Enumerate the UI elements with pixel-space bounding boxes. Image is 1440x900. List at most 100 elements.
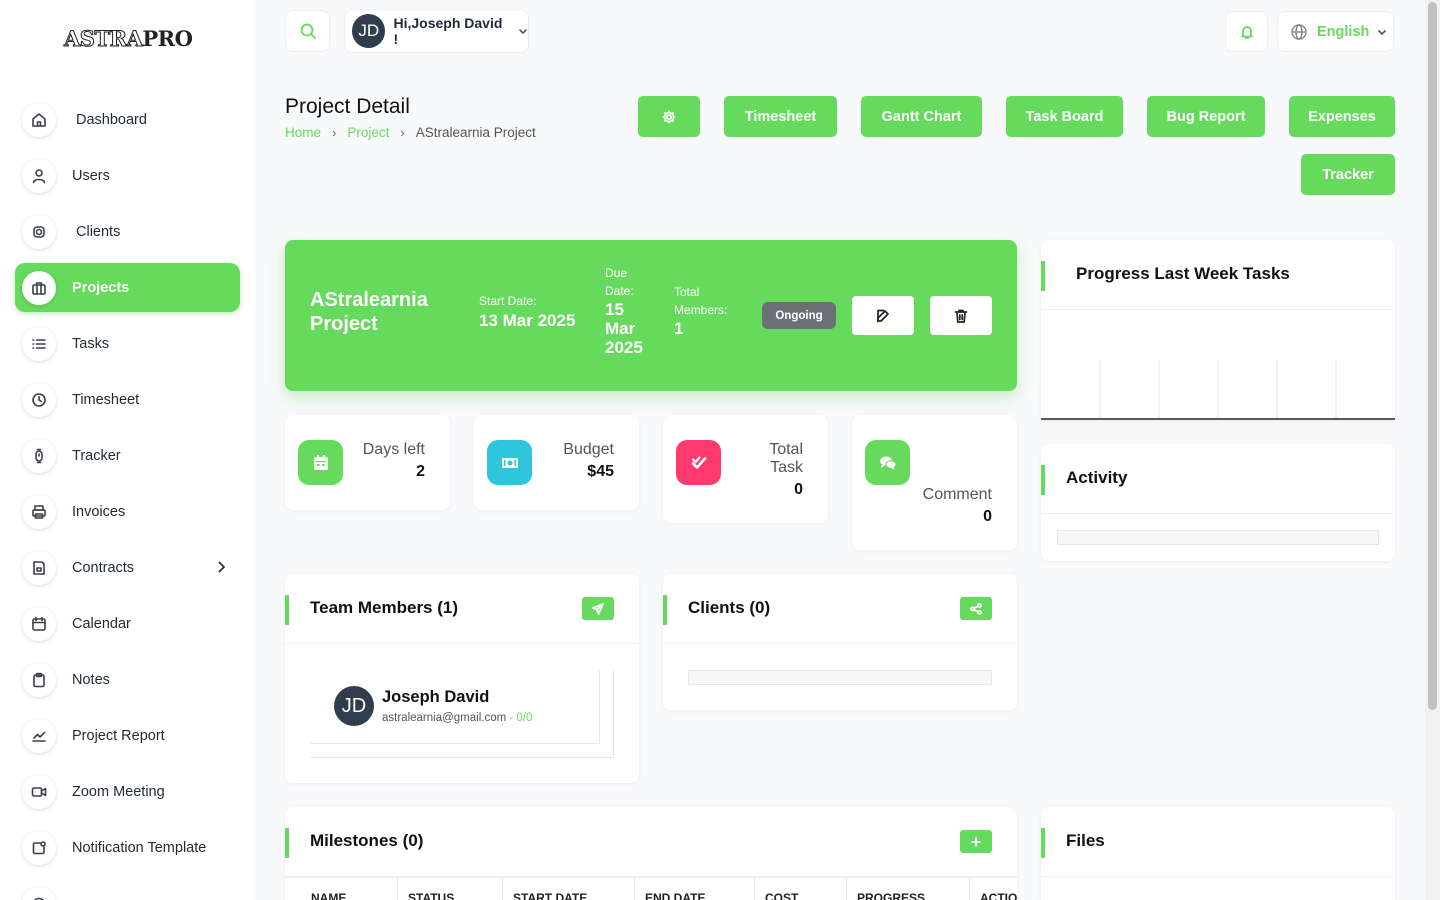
start-date-label: Start Date:: [479, 294, 537, 308]
printer-icon: [22, 494, 56, 529]
total-members-label: Total: [674, 285, 700, 299]
settings-button[interactable]: [638, 96, 700, 137]
breadcrumb-project[interactable]: Project: [347, 125, 389, 140]
column-header-action[interactable]: ACTIO: [970, 878, 1017, 900]
breadcrumb-current: AStralearnia Project: [415, 125, 536, 140]
column-header-progress[interactable]: PROGRESS: [847, 878, 970, 900]
expenses-button[interactable]: Expenses: [1289, 96, 1395, 137]
tracker-button[interactable]: Tracker: [1301, 154, 1395, 195]
user-icon: [22, 158, 56, 193]
notification-icon: [22, 830, 56, 865]
avatar: JD: [352, 14, 386, 48]
search-button[interactable]: [285, 10, 330, 52]
sidebar-item-label: Clients: [76, 223, 121, 240]
bell-icon: [1240, 25, 1253, 39]
column-header-status[interactable]: STATUS: [398, 878, 503, 900]
delete-project-button[interactable]: [930, 296, 992, 335]
comment-label: Comment: [922, 486, 992, 503]
money-icon: [487, 440, 532, 485]
notifications-button[interactable]: [1225, 11, 1268, 52]
column-header-end-date[interactable]: END DATE: [635, 878, 755, 900]
due-date-year: 2025: [605, 338, 643, 357]
sidebar-item-clients[interactable]: Clients: [15, 207, 240, 256]
comment-value: 0: [983, 508, 992, 525]
sidebar-item-users[interactable]: Users: [15, 151, 240, 200]
files-title: Files: [1066, 831, 1105, 850]
video-icon: [22, 774, 56, 809]
project-name: AStralearnia Project: [310, 289, 428, 335]
user-menu-button[interactable]: JD Hi,Joseph David !: [344, 9, 529, 53]
files-card: Files: [1041, 807, 1395, 900]
chevron-right-icon: ›: [400, 125, 405, 140]
user-greeting: Hi,Joseph David !: [393, 15, 503, 47]
budget-card: Budget $45: [474, 415, 639, 510]
sidebar-item-label: Users: [72, 167, 110, 184]
timesheet-button[interactable]: Timesheet: [724, 96, 837, 137]
bug-report-button[interactable]: Bug Report: [1147, 96, 1265, 137]
sidebar-item-label: Project Report: [72, 727, 165, 744]
milestones-card: Milestones (0) NAME STATUS START DATE EN…: [285, 807, 1017, 900]
column-header-name[interactable]: NAME: [285, 878, 398, 900]
team-members-title: Team Members (1): [310, 598, 459, 617]
comments-icon: [865, 440, 910, 485]
sidebar-item-notification-template[interactable]: Notification Template: [15, 823, 240, 872]
due-date-month: Mar: [605, 319, 636, 338]
sidebar-item-label: Calendar: [72, 615, 131, 632]
days-left-card: Days left 2: [285, 415, 450, 510]
total-task-label-2: Task: [770, 459, 803, 476]
sidebar-item-tasks[interactable]: Tasks: [15, 319, 240, 368]
column-header-start-date[interactable]: START DATE: [503, 878, 635, 900]
member-email: astralearnia@gmail.com: [382, 712, 507, 724]
scrollbar-thumb[interactable]: [1428, 2, 1437, 710]
page-scrollbar[interactable]: [1425, 0, 1440, 900]
progress-card: Progress Last Week Tasks: [1041, 240, 1395, 420]
edit-project-button[interactable]: [852, 296, 914, 335]
sidebar-item-zoom-meeting[interactable]: Zoom Meeting: [15, 767, 240, 816]
plus-icon: [971, 836, 981, 847]
add-milestone-button[interactable]: [960, 830, 992, 853]
sidebar-item-label: Timesheet: [72, 391, 140, 408]
task-board-button[interactable]: Task Board: [1006, 96, 1123, 137]
invite-member-button[interactable]: [582, 597, 614, 620]
page-title: Project Detail: [285, 95, 410, 118]
breadcrumb: Home › Project › AStralearnia Project: [285, 125, 536, 140]
logo[interactable]: ASTRAPRO: [63, 24, 192, 52]
chevron-down-icon: [519, 28, 528, 35]
sidebar-item-label: Notes: [72, 671, 110, 688]
share-clients-button[interactable]: [960, 597, 992, 620]
start-date-value: 13 Mar 2025: [479, 311, 576, 330]
sidebar-item-timesheet[interactable]: Timesheet: [15, 375, 240, 424]
comment-card: Comment 0: [852, 415, 1017, 550]
sidebar-item-label: Projects: [72, 279, 130, 296]
sidebar-item-tracker[interactable]: Tracker: [15, 431, 240, 480]
sidebar-item-invoices[interactable]: Invoices: [15, 487, 240, 536]
sidebar-item-label: Invoices: [72, 503, 126, 520]
sidebar-item-dashboard[interactable]: Dashboard: [15, 95, 240, 144]
sidebar-item-projects[interactable]: Projects: [15, 263, 240, 312]
clients-card: Clients (0): [663, 574, 1017, 710]
sidebar-item-label: Notification Template: [72, 839, 207, 856]
sidebar-item-calendar[interactable]: Calendar: [15, 599, 240, 648]
language-label: English: [1317, 23, 1370, 40]
sidebar-nav: Dashboard Users Clients Projects Tasks T…: [15, 95, 240, 900]
due-date-day: 15: [605, 300, 624, 319]
status-badge: Ongoing: [762, 302, 836, 329]
budget-value: $45: [587, 463, 614, 480]
breadcrumb-home[interactable]: Home: [285, 125, 321, 140]
clients-icon: [22, 214, 56, 249]
clients-title: Clients (0): [688, 598, 771, 617]
gear-icon: [662, 110, 676, 123]
language-selector[interactable]: English: [1277, 11, 1394, 52]
chevron-right-icon[interactable]: [216, 560, 226, 574]
chart-line-icon: [22, 718, 56, 753]
sidebar-item-contracts[interactable]: Contracts: [15, 543, 240, 592]
days-left-label: Days left: [362, 441, 425, 458]
sidebar-item-notes[interactable]: Notes: [15, 655, 240, 704]
column-header-cost[interactable]: COST: [755, 878, 847, 900]
sidebar-item-label: Dashboard: [76, 111, 147, 128]
gantt-chart-button[interactable]: Gantt Chart: [861, 96, 982, 137]
sidebar-item-label: Tracker: [72, 447, 121, 464]
sidebar-item-partial[interactable]: [15, 879, 240, 900]
search-icon: [300, 23, 316, 39]
sidebar-item-project-report[interactable]: Project Report: [15, 711, 240, 760]
